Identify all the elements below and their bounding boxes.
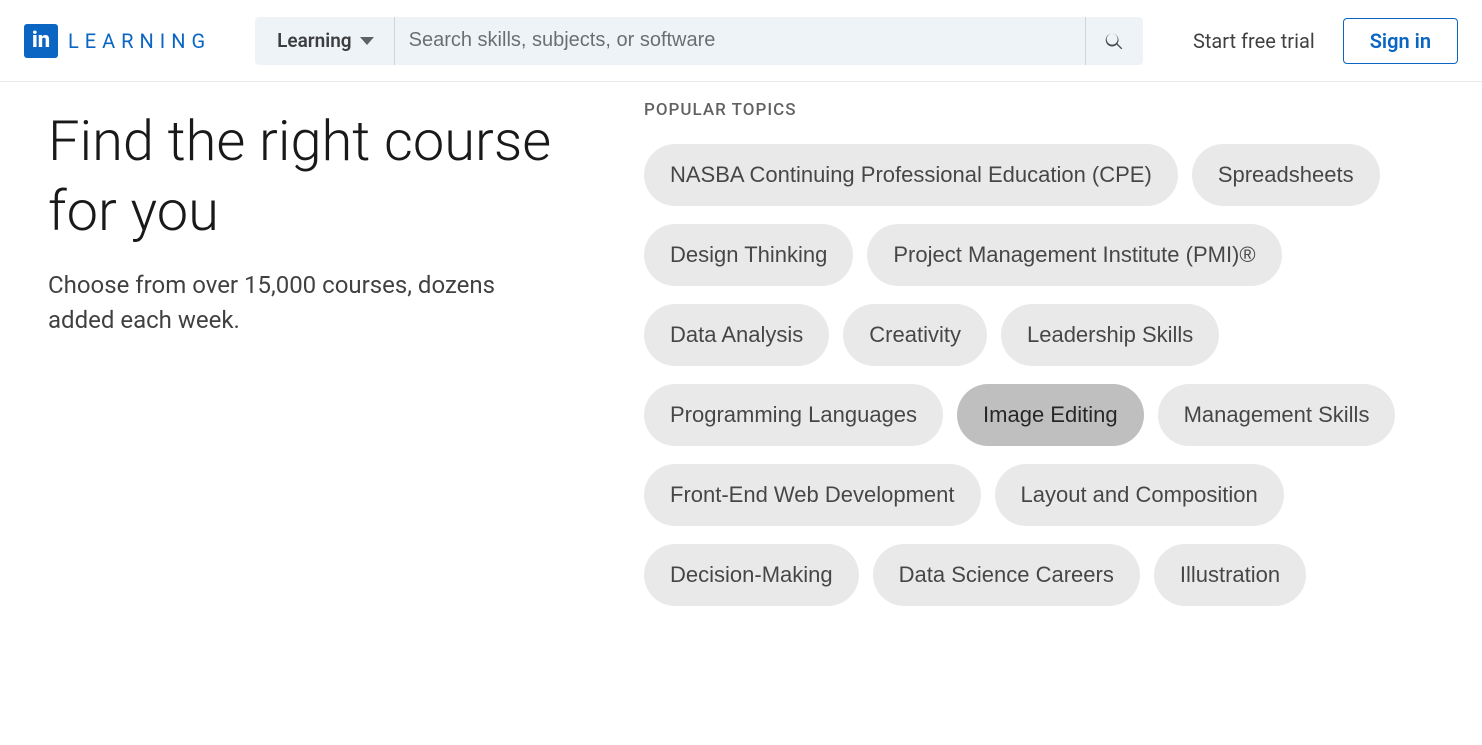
nav-right: Start free trial Sign in bbox=[1193, 18, 1458, 64]
topics-pill-list: NASBA Continuing Professional Education … bbox=[644, 144, 1434, 606]
topic-pill[interactable]: Programming Languages bbox=[644, 384, 943, 446]
page-subtitle: Choose from over 15,000 courses, dozens … bbox=[48, 268, 528, 338]
topics-heading: POPULAR TOPICS bbox=[644, 100, 1434, 120]
sign-in-button[interactable]: Sign in bbox=[1343, 18, 1458, 64]
logo-link[interactable]: in LEARNING bbox=[24, 24, 211, 58]
topic-pill[interactable]: Image Editing bbox=[957, 384, 1144, 446]
topic-pill[interactable]: Layout and Composition bbox=[995, 464, 1284, 526]
global-nav: in LEARNING Learning Start free trial Si… bbox=[0, 0, 1482, 82]
search-input[interactable] bbox=[395, 17, 1085, 65]
hero-section: Find the right course for you Choose fro… bbox=[48, 92, 608, 606]
topic-pill[interactable]: NASBA Continuing Professional Education … bbox=[644, 144, 1178, 206]
search-icon bbox=[1103, 30, 1125, 52]
topic-pill[interactable]: Management Skills bbox=[1158, 384, 1396, 446]
search-scope-label: Learning bbox=[277, 29, 352, 52]
popular-topics-section: POPULAR TOPICS NASBA Continuing Professi… bbox=[608, 92, 1434, 606]
topic-pill[interactable]: Data Analysis bbox=[644, 304, 829, 366]
search-scope-dropdown[interactable]: Learning bbox=[255, 17, 395, 65]
topic-pill[interactable]: Leadership Skills bbox=[1001, 304, 1219, 366]
start-free-trial-link[interactable]: Start free trial bbox=[1193, 29, 1315, 53]
search-field bbox=[395, 17, 1085, 65]
main-content: Find the right course for you Choose fro… bbox=[0, 82, 1482, 606]
topic-pill[interactable]: Creativity bbox=[843, 304, 987, 366]
chevron-down-icon bbox=[360, 37, 374, 45]
topic-pill[interactable]: Spreadsheets bbox=[1192, 144, 1380, 206]
search-button[interactable] bbox=[1085, 17, 1143, 65]
topic-pill[interactable]: Design Thinking bbox=[644, 224, 853, 286]
linkedin-logo-icon: in bbox=[24, 24, 58, 58]
topic-pill[interactable]: Project Management Institute (PMI)® bbox=[867, 224, 1281, 286]
page-title: Find the right course for you bbox=[48, 106, 608, 246]
topic-pill[interactable]: Illustration bbox=[1154, 544, 1306, 606]
search-group: Learning bbox=[255, 17, 1143, 65]
logo-text: LEARNING bbox=[68, 29, 211, 53]
topic-pill[interactable]: Decision-Making bbox=[644, 544, 859, 606]
topic-pill[interactable]: Data Science Careers bbox=[873, 544, 1140, 606]
topic-pill[interactable]: Front-End Web Development bbox=[644, 464, 981, 526]
